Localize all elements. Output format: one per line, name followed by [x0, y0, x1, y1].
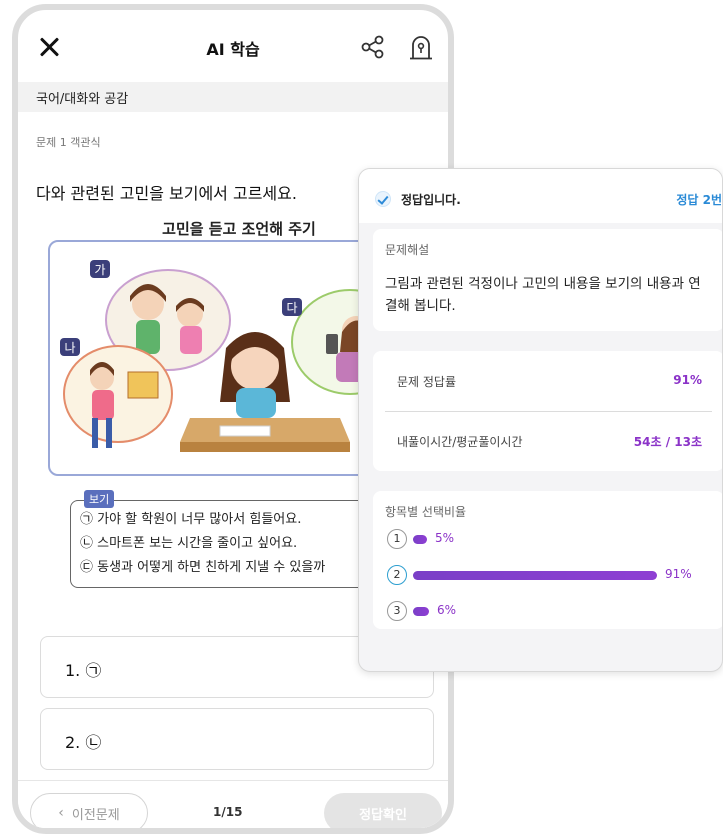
time-label: 내풀이시간/평균풀이시간 [397, 435, 523, 449]
answer-badge: 정답 2번 [676, 193, 722, 207]
question-text: 다와 관련된 고민을 보기에서 고르세요. [36, 184, 297, 203]
explanation-label: 문제해설 [385, 243, 430, 257]
choice-bar [413, 607, 429, 616]
panel-header: 정답입니다. 정답 2번 [359, 169, 722, 223]
accuracy-value: 91% [673, 373, 702, 387]
subject-breadcrumb: 국어/대화와 공감 [36, 92, 129, 107]
explanation-card: 문제해설 그림과 관련된 걱정이나 고민의 내용을 보기의 내용과 연결해 봅니… [373, 229, 722, 331]
choice-ratio-card: 항목별 선택비율 1 5% 2 91% 3 6% [373, 491, 722, 629]
figure-label-da: 다 [286, 301, 297, 315]
stats-card: 문제 정답률 91% 내풀이시간/평균풀이시간 54초 / 13초 [373, 351, 722, 471]
answer-panel: 정답입니다. 정답 2번 문제해설 그림과 관련된 걱정이나 고민의 내용을 보… [358, 168, 723, 672]
view-item: ㉠ 가야 할 학원이 너무 많아서 힘들어요. [80, 512, 302, 527]
report-icon[interactable] [406, 32, 436, 62]
figure-label-ga: 가 [94, 263, 105, 277]
choice-number: 2 [387, 565, 407, 585]
divider [385, 411, 712, 412]
figure-label-na: 나 [64, 341, 75, 355]
choice-percent: 5% [435, 531, 455, 545]
choice-number: 1 [387, 529, 407, 549]
subject-bar: 국어/대화와 공감 [18, 82, 448, 112]
choice-percent: 6% [437, 603, 457, 617]
view-item: ㉡ 스마트폰 보는 시간을 줄이고 싶어요. [80, 536, 298, 551]
choice-number: 3 [387, 601, 407, 621]
chevron-left-icon: ‹ [58, 805, 64, 821]
illustration-graphic: 가 나 다 [60, 260, 409, 452]
question-meta: 문제 1 객관식 [36, 136, 101, 149]
choice-percent: 91% [665, 567, 692, 581]
view-tag: 보기 [84, 490, 115, 508]
prev-button-label: 이전문제 [71, 807, 120, 823]
choice-bar [413, 571, 657, 580]
choice-bar [413, 535, 427, 544]
top-bar: AI 학습 [18, 10, 448, 82]
illustration: 가 나 다 [48, 240, 409, 476]
time-value: 54초 / 13초 [633, 435, 702, 449]
share-icon[interactable] [360, 34, 386, 60]
page-indicator: 1/15 [213, 805, 243, 819]
correct-text: 정답입니다. [401, 193, 461, 207]
view-item: ㉢ 동생과 어떻게 하면 친하게 지낼 수 있을까 [80, 560, 326, 575]
explanation-text: 그림과 관련된 걱정이나 고민의 내용을 보기의 내용과 연결해 봅니다. [385, 276, 701, 314]
check-answer-button[interactable]: 정답확인 [324, 793, 442, 828]
accuracy-label: 문제 정답률 [397, 375, 457, 389]
option-label: 1. ㉠ [65, 661, 102, 680]
check-icon [375, 191, 391, 207]
option-2[interactable]: 2. ㉡ [40, 708, 434, 770]
prev-question-button[interactable]: ‹ 이전문제 [30, 793, 148, 828]
choice-ratio-label: 항목별 선택비율 [385, 505, 467, 519]
bottom-bar: ‹ 이전문제 1/15 정답확인 [18, 780, 448, 828]
option-label: 2. ㉡ [65, 733, 102, 752]
